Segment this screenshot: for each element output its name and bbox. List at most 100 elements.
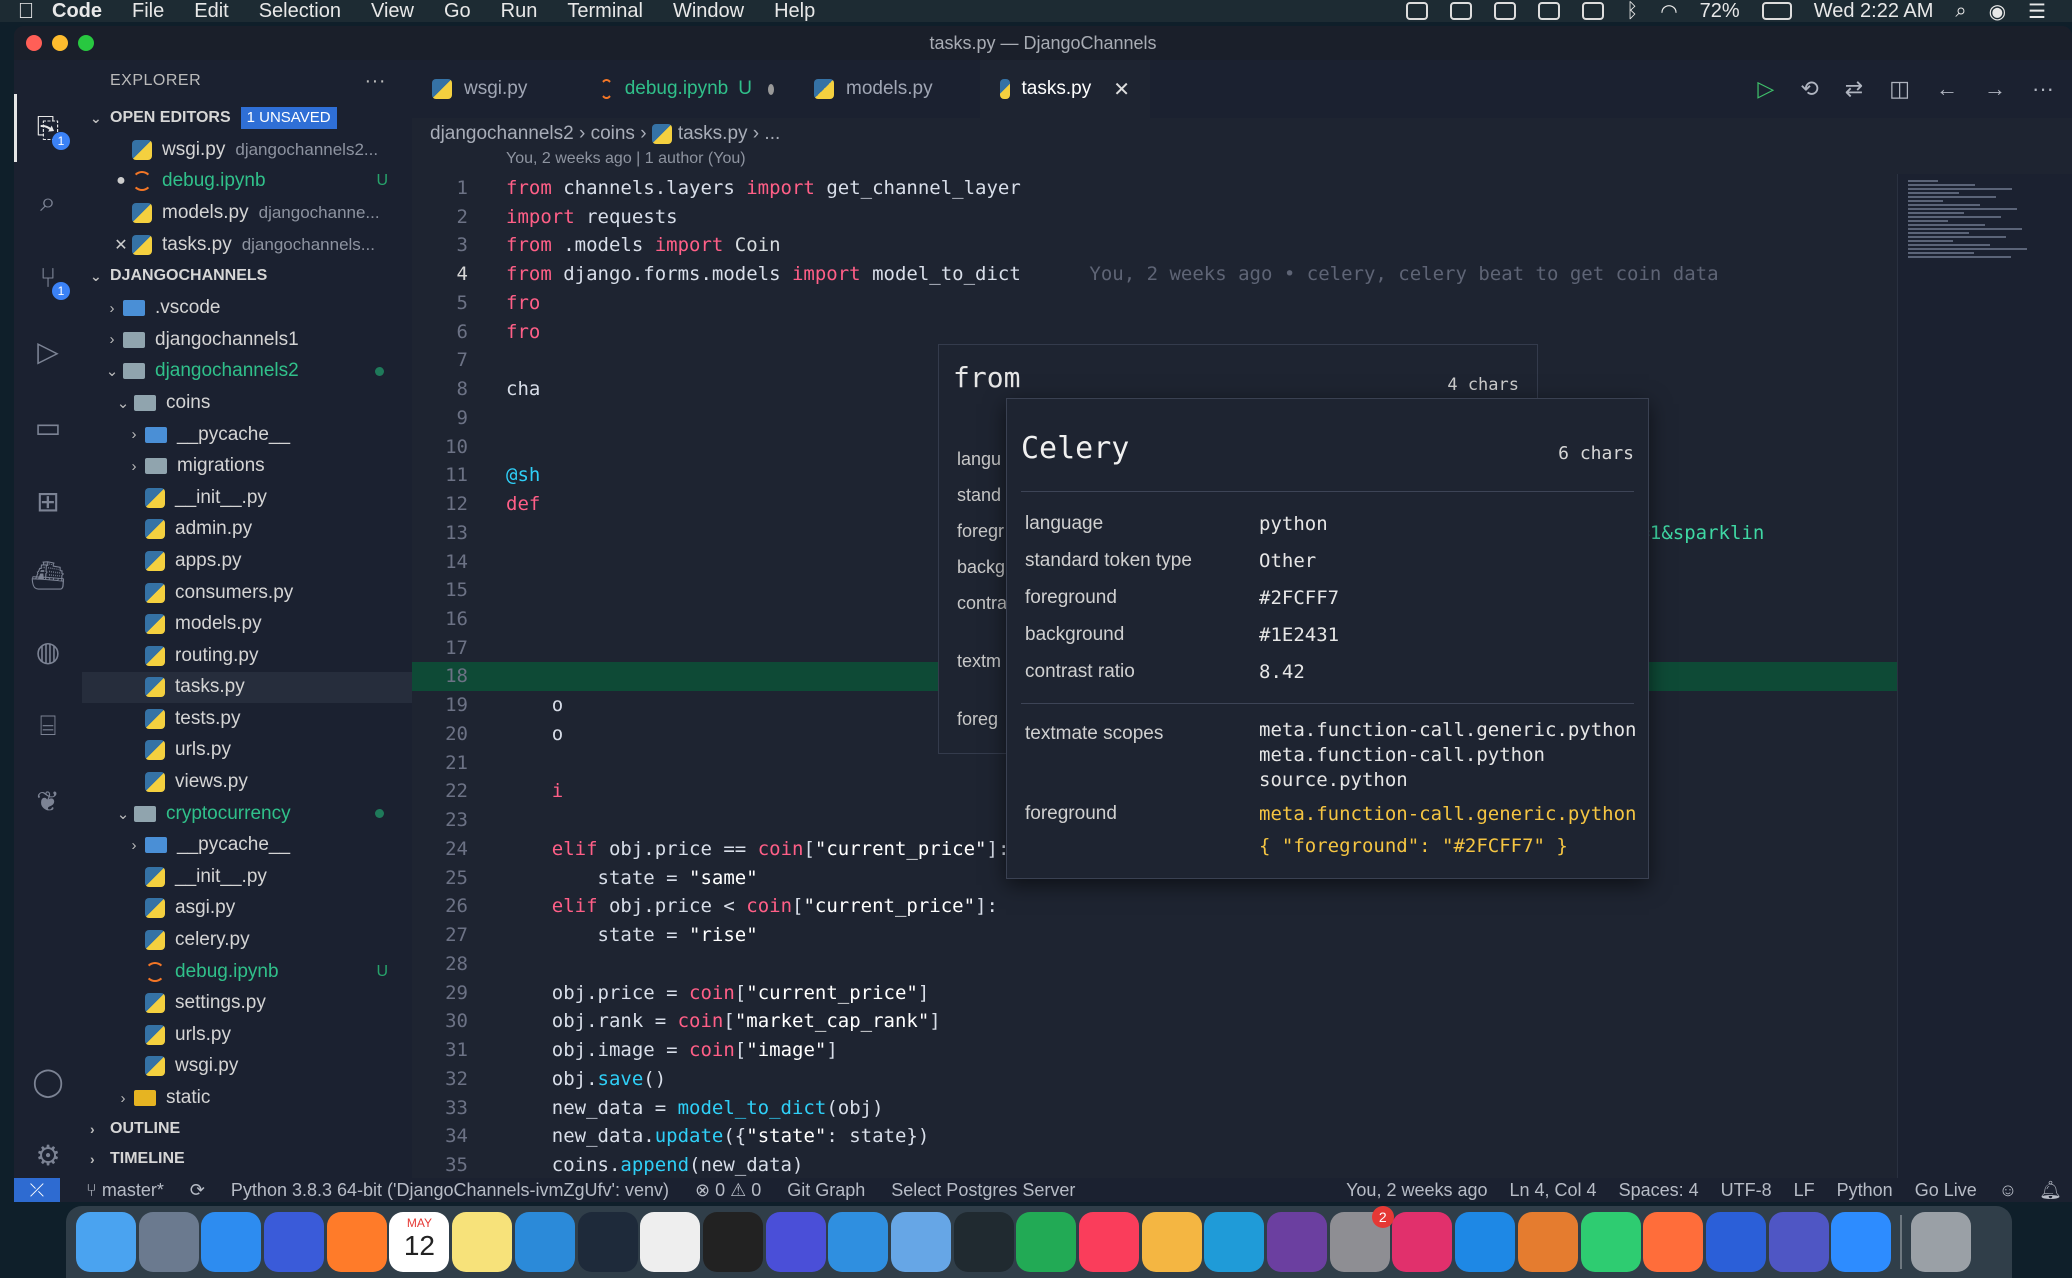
breadcrumb-item[interactable]: ...	[764, 123, 780, 144]
problems-status[interactable]: ⊗ 0 ⚠ 0	[695, 1180, 761, 1201]
status-app-icon[interactable]	[1450, 2, 1473, 20]
file-item[interactable]: debug.ipynb U	[82, 956, 412, 988]
menu-file[interactable]: File	[132, 0, 164, 23]
battery-icon[interactable]	[1761, 2, 1792, 20]
accounts-icon[interactable]: ◯	[30, 1064, 66, 1100]
file-item[interactable]: __init__.py	[82, 861, 412, 893]
dock-app-icon[interactable]	[702, 1212, 763, 1272]
file-item[interactable]: views.py	[82, 766, 412, 798]
language-mode[interactable]: Python	[1837, 1180, 1893, 1201]
file-item[interactable]: settings.py	[82, 987, 412, 1019]
project-section[interactable]: ⌄ DJANGOCHANNELS	[82, 260, 412, 292]
menu-go[interactable]: Go	[444, 0, 471, 23]
more-actions-icon[interactable]: ···	[365, 60, 386, 102]
file-item[interactable]: __init__.py	[82, 482, 412, 514]
file-item[interactable]: admin.py	[82, 514, 412, 546]
code-line[interactable]: 33 new_data = model_to_dict(obj)	[412, 1094, 1902, 1123]
cursor-position[interactable]: Ln 4, Col 4	[1510, 1180, 1597, 1201]
docker-icon[interactable]: ⛴	[30, 558, 66, 594]
dock-app-icon[interactable]	[1580, 1212, 1641, 1272]
dock-app-icon[interactable]	[953, 1212, 1014, 1272]
outline-section[interactable]: › OUTLINE	[82, 1114, 412, 1144]
minimize-window-button[interactable]	[52, 35, 68, 51]
dock-app-icon[interactable]	[640, 1212, 701, 1272]
menu-view[interactable]: View	[371, 0, 414, 23]
dock-app-icon[interactable]	[1768, 1212, 1829, 1272]
split-editor-icon[interactable]: ◫	[1889, 76, 1910, 102]
dock-app-icon[interactable]	[577, 1212, 638, 1272]
code-line[interactable]: 5 fro	[412, 289, 1902, 318]
menu-edit[interactable]: Edit	[194, 0, 228, 23]
settings-gear-icon[interactable]: ⚙	[30, 1138, 66, 1174]
code-line[interactable]: 1 from channels.layers import get_channel…	[412, 174, 1902, 203]
dock-app-icon[interactable]	[1267, 1212, 1328, 1272]
dock-app-icon[interactable]	[1517, 1212, 1578, 1272]
dock-app-icon[interactable]: 2	[1329, 1206, 1394, 1272]
file-item[interactable]: consumers.py	[82, 577, 412, 609]
more-actions-icon[interactable]: ···	[2032, 76, 2054, 102]
open-editor-item[interactable]: models.py djangochanne...	[82, 197, 412, 229]
file-item[interactable]: urls.py	[82, 735, 412, 767]
dock-app-icon[interactable]	[201, 1212, 262, 1272]
close-window-button[interactable]	[26, 35, 42, 51]
close-tab-icon[interactable]: ✕	[1113, 77, 1130, 102]
encoding[interactable]: UTF-8	[1721, 1180, 1772, 1201]
menu-run[interactable]: Run	[501, 0, 538, 23]
dock-app-icon[interactable]	[452, 1212, 513, 1272]
code-line[interactable]: 27 state = "rise"	[412, 921, 1902, 950]
feedback-icon[interactable]: ☺	[1999, 1180, 2017, 1201]
zoom-window-button[interactable]	[78, 35, 94, 51]
dock-app-icon[interactable]	[1643, 1212, 1704, 1272]
sync-icon[interactable]: ⟳	[190, 1180, 205, 1201]
tab-wsgi-py[interactable]: wsgi.py	[412, 60, 580, 118]
minimap[interactable]	[1897, 174, 2072, 1178]
status-app-icon[interactable]	[1406, 2, 1429, 20]
dock-app-icon[interactable]	[828, 1212, 889, 1272]
go-live-button[interactable]: Go Live	[1915, 1180, 1977, 1201]
file-item[interactable]: asgi.py	[82, 893, 412, 925]
notifications-bell-icon[interactable]: 🔔︎	[2039, 1180, 2062, 1201]
breadcrumb-item[interactable]: tasks.py	[678, 123, 748, 144]
explorer-icon[interactable]: ⎘ 1	[30, 110, 70, 150]
code-line[interactable]: 34 new_data.update({"state": state})	[412, 1122, 1902, 1151]
dock-app-icon[interactable]	[1392, 1212, 1453, 1272]
file-item[interactable]: apps.py	[82, 545, 412, 577]
menu-app-code[interactable]: Code	[52, 0, 102, 23]
unsaved-dot-icon[interactable]	[768, 83, 774, 95]
breadcrumb-item[interactable]: coins	[591, 123, 635, 144]
file-item[interactable]: models.py	[82, 608, 412, 640]
dock-app-icon[interactable]	[1455, 1212, 1516, 1272]
spotlight-icon[interactable]: ⌕	[1955, 0, 1966, 23]
folder-item[interactable]: ⌄ coins	[82, 387, 412, 419]
status-app-icon[interactable]	[1538, 2, 1561, 20]
go-forward-icon[interactable]: →	[1984, 76, 2006, 102]
folder-item[interactable]: › migrations	[82, 450, 412, 482]
git-blame-status[interactable]: You, 2 weeks ago	[1346, 1180, 1487, 1201]
dock-app-icon[interactable]	[1016, 1212, 1077, 1272]
tab-models-py[interactable]: models.py	[794, 60, 980, 118]
menu-window[interactable]: Window	[673, 0, 744, 23]
code-line[interactable]: 31 obj.image = coin["image"]	[412, 1036, 1902, 1065]
timeline-section[interactable]: › TIMELINE	[82, 1144, 412, 1174]
code-line[interactable]: 6 fro	[412, 318, 1902, 347]
siri-icon[interactable]: ◉	[1989, 0, 2006, 24]
open-editor-item[interactable]: ✕ tasks.py djangochannels...	[82, 229, 412, 261]
open-editors-section[interactable]: ⌄ OPEN EDITORS 1 UNSAVED	[82, 102, 412, 134]
code-line[interactable]: 29 obj.price = coin["current_price"]	[412, 979, 1902, 1008]
postgres-server-button[interactable]: Select Postgres Server	[891, 1180, 1075, 1201]
bluetooth-icon[interactable]: ᛒ	[1626, 0, 1638, 23]
folder-item[interactable]: › __pycache__	[82, 419, 412, 451]
dock-app-icon[interactable]	[1831, 1212, 1892, 1272]
folder-item[interactable]: › static	[82, 1082, 412, 1114]
tab-debug-ipynb[interactable]: debug.ipynb U	[580, 60, 794, 118]
open-editor-item[interactable]: ● debug.ipynb U	[82, 166, 412, 198]
dock-app-icon[interactable]	[1910, 1212, 1971, 1272]
timeline-history-icon[interactable]: ⟲	[1800, 76, 1818, 102]
dock-app-icon[interactable]	[264, 1212, 325, 1272]
open-editor-item[interactable]: wsgi.py djangochannels2...	[82, 134, 412, 166]
apple-menu-icon[interactable]: 	[0, 0, 52, 24]
dock-app-icon[interactable]	[1204, 1212, 1265, 1272]
clock[interactable]: Wed 2:22 AM	[1814, 0, 1934, 23]
branch-status[interactable]: ⑂ master*	[86, 1180, 164, 1201]
folder-item[interactable]: › __pycache__	[82, 829, 412, 861]
